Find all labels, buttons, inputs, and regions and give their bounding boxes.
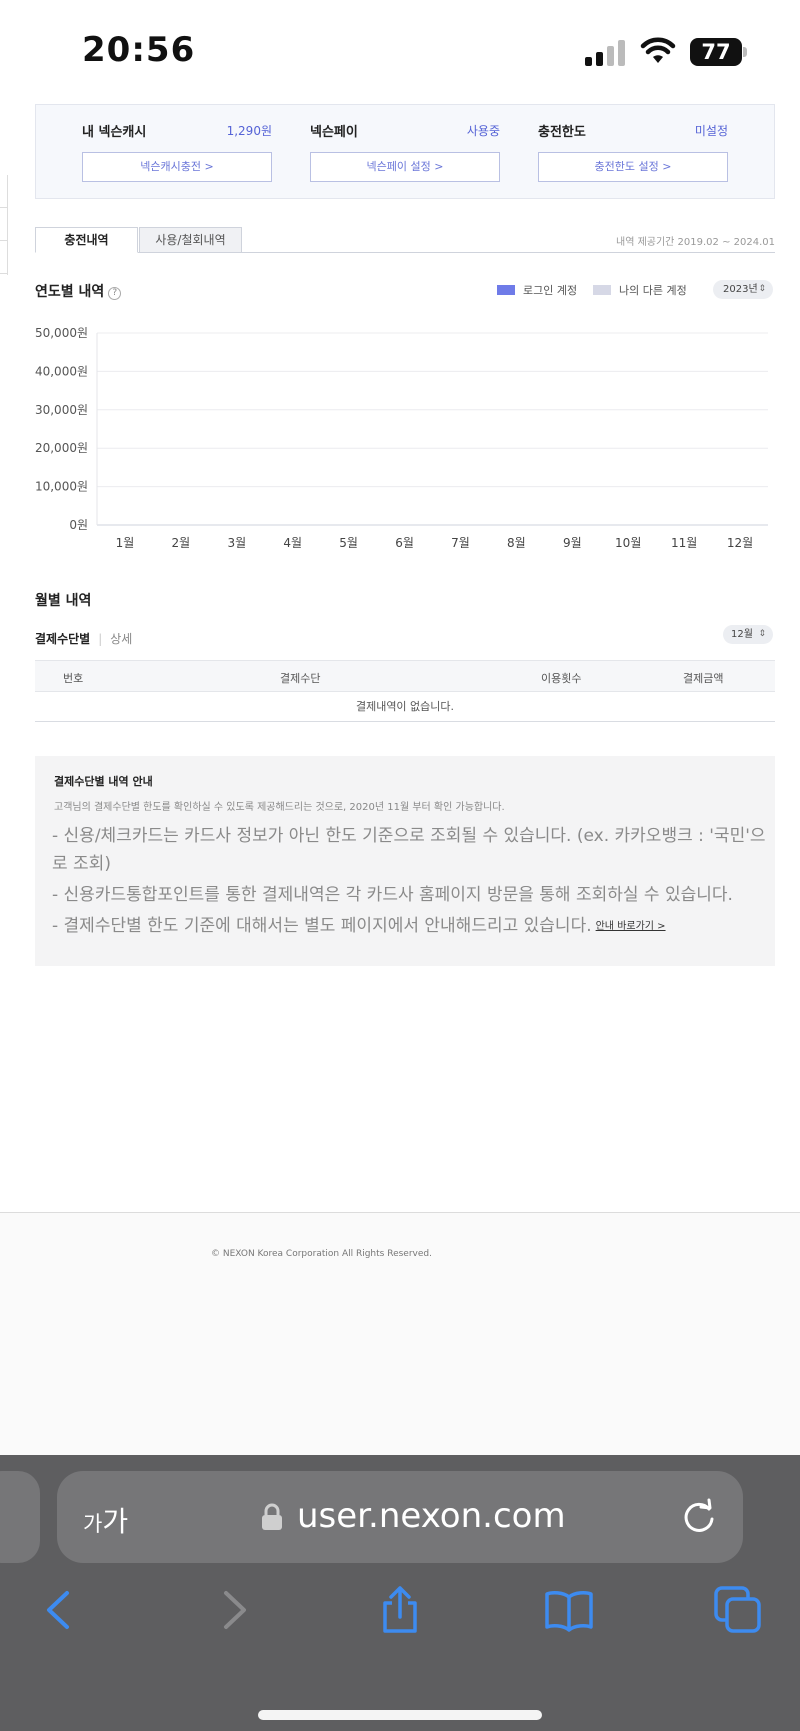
y-tick-label: 40,000원 <box>35 364 88 378</box>
x-tick-label: 12월 <box>727 536 753 550</box>
history-period: 내역 제공기간 2019.02 ~ 2024.01 <box>616 237 775 248</box>
help-icon[interactable]: ? <box>108 287 122 300</box>
side-panel-edge <box>0 175 8 275</box>
legend-login: 로그인 계정 <box>497 282 577 298</box>
legend-login-swatch <box>497 285 515 295</box>
select-arrows-icon: ⇕ <box>758 284 766 294</box>
notice-desc: 고객님의 결제수단별 한도를 확인하실 수 있도록 제공해드리는 것으로, 20… <box>54 802 505 813</box>
notice-title: 결제수단별 내역 안내 <box>54 775 153 788</box>
table-empty-message: 결제내역이 없습니다. <box>35 692 775 722</box>
notice-item: - 신용카드통합포인트를 통한 결제내역은 각 카드사 홈페이지 방문을 통해 … <box>52 885 733 905</box>
notice-item: - 결제수단별 한도 기준에 대해서는 별도 페이지에서 안내해드리고 있습니다… <box>52 912 772 941</box>
history-tabs: 충전내역 사용/철회내역 내역 제공기간 2019.02 ~ 2024.01 <box>35 227 775 253</box>
x-tick-label: 3월 <box>227 536 246 550</box>
legend-login-label: 로그인 계정 <box>523 284 578 297</box>
reload-icon[interactable] <box>679 1497 719 1537</box>
subtab-detail[interactable]: 상세 <box>110 632 132 646</box>
notice-guide-link[interactable]: 안내 바로가기 > <box>596 921 666 932</box>
browser-toolbar: 가가 user.nexon.com <box>0 1455 800 1731</box>
payment-table: 번호 결제수단 이용횟수 결제금액 결제내역이 없습니다. <box>35 660 775 722</box>
year-select[interactable]: 2023년 ⇕ <box>713 280 773 299</box>
back-icon[interactable] <box>35 1585 85 1635</box>
y-tick-label: 20,000원 <box>35 441 88 455</box>
notice-item: - 신용/체크카드는 카드사 정보가 아닌 한도 기준으로 조회될 수 있습니다… <box>52 826 766 874</box>
pay-settings-button[interactable]: 넥슨페이 설정 > <box>310 152 500 182</box>
x-tick-label: 5월 <box>339 536 358 550</box>
select-arrows-icon: ⇕ <box>758 629 766 639</box>
share-icon[interactable] <box>375 1585 425 1635</box>
y-tick-label: 50,000원 <box>35 326 88 340</box>
limit-value: 미설정 <box>694 124 728 138</box>
cash-label: 내 넥슨캐시 <box>82 125 147 140</box>
wifi-icon <box>640 37 676 63</box>
x-tick-label: 11월 <box>671 536 697 550</box>
monthly-title: 월별 내역 <box>35 593 92 609</box>
year-select-value: 2023년 <box>723 284 758 295</box>
tab-usage-history[interactable]: 사용/철회내역 <box>139 227 242 253</box>
col-count: 이용횟수 <box>541 672 582 685</box>
notice-item-text: - 결제수단별 한도 기준에 대해서는 별도 페이지에서 안내해드리고 있습니다… <box>52 916 592 936</box>
lock-icon <box>262 1503 282 1530</box>
text-size-large: 가 <box>102 1505 129 1538</box>
footer-divider <box>0 1212 800 1213</box>
cash-charge-button[interactable]: 넥슨캐시충전 > <box>82 152 272 182</box>
monthly-subtabs: 결제수단별 | 상세 <box>35 632 133 646</box>
month-select[interactable]: 12월 ⇕ <box>723 625 773 644</box>
x-tick-label: 8월 <box>507 536 526 550</box>
notice-box: 결제수단별 내역 안내 고객님의 결제수단별 한도를 확인하실 수 있도록 제공… <box>35 756 775 966</box>
yearly-title-text: 연도별 내역 <box>35 284 105 300</box>
pay-label: 넥슨페이 <box>310 125 358 140</box>
battery-icon: 77 <box>690 38 747 66</box>
pay-value: 사용중 <box>466 124 500 138</box>
notice-list: - 신용/체크카드는 카드사 정보가 아닌 한도 기준으로 조회될 수 있습니다… <box>52 822 772 944</box>
subtab-payment-method[interactable]: 결제수단별 <box>35 632 90 646</box>
status-bar: 20:56 77 <box>0 0 800 100</box>
address-bar[interactable]: 가가 user.nexon.com <box>57 1471 743 1563</box>
previous-tab-preview[interactable] <box>0 1471 40 1563</box>
battery-level: 77 <box>690 38 742 66</box>
col-amount: 결제금액 <box>683 672 724 685</box>
status-time: 20:56 <box>82 30 196 70</box>
x-tick-label: 9월 <box>563 536 582 550</box>
account-summary: 내 넥슨캐시 1,290원 넥슨캐시충전 > 넥슨페이 사용중 넥슨페이 설정 … <box>35 104 775 199</box>
forward-icon[interactable] <box>208 1585 258 1635</box>
y-tick-label: 10,000원 <box>35 480 88 494</box>
tabs-icon[interactable] <box>713 1585 763 1635</box>
legend-other: 나의 다른 계정 <box>593 282 687 298</box>
cash-value: 1,290원 <box>226 124 272 138</box>
month-select-value: 12월 <box>731 629 753 640</box>
text-size-small: 가 <box>83 1512 103 1536</box>
x-tick-label: 7월 <box>451 536 470 550</box>
cellular-signal-icon <box>585 40 625 66</box>
tab-charge-history[interactable]: 충전내역 <box>35 227 138 253</box>
x-tick-label: 6월 <box>395 536 414 550</box>
y-tick-label: 30,000원 <box>35 403 88 417</box>
table-header: 번호 결제수단 이용횟수 결제금액 <box>35 660 775 692</box>
col-method: 결제수단 <box>280 672 321 685</box>
limit-settings-button[interactable]: 충전한도 설정 > <box>538 152 728 182</box>
legend-other-swatch <box>593 285 611 295</box>
limit-label: 충전한도 <box>538 125 586 140</box>
x-tick-label: 2월 <box>172 536 191 550</box>
x-tick-label: 1월 <box>116 536 135 550</box>
copyright: © NEXON Korea Corporation All Rights Res… <box>211 1249 432 1259</box>
text-size-button[interactable]: 가가 <box>83 1500 128 1540</box>
col-number: 번호 <box>63 672 84 685</box>
x-tick-label: 10월 <box>615 536 641 550</box>
x-tick-label: 4월 <box>283 536 302 550</box>
yearly-title: 연도별 내역? <box>35 281 122 301</box>
home-indicator <box>258 1710 542 1720</box>
y-tick-label: 0원 <box>69 518 88 532</box>
yearly-chart: 0원 10,000원 20,000원 30,000원 40,000원 50,000원 1월 2… <box>35 326 768 550</box>
bookmarks-icon[interactable] <box>544 1585 594 1635</box>
url-text[interactable]: user.nexon.com <box>297 1496 566 1536</box>
legend-other-label: 나의 다른 계정 <box>619 284 687 297</box>
